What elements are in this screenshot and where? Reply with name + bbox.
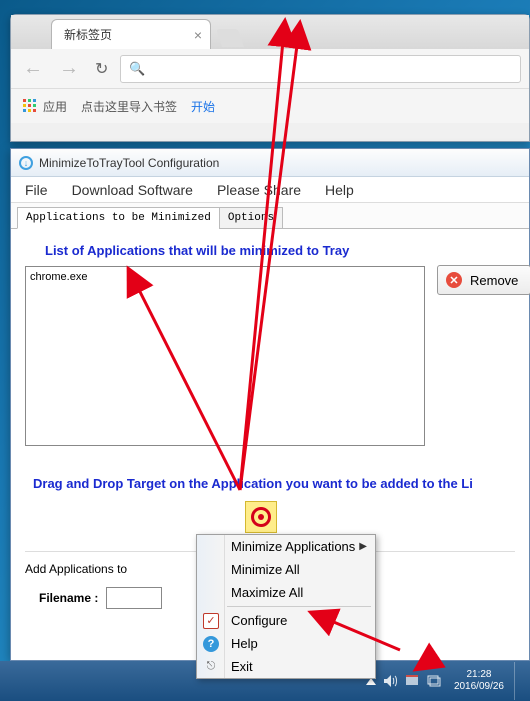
menu-bar: File Download Software Please Share Help (11, 177, 529, 203)
tab-title: 新标签页 (64, 28, 112, 42)
tray-context-menu: Minimize Applications ▶ Minimize All Max… (196, 534, 376, 679)
add-label: Add Applications to (25, 562, 127, 576)
browser-tab[interactable]: 新标签页 × (51, 19, 211, 49)
remove-icon: ✕ (446, 272, 462, 288)
time: 21:28 (454, 669, 504, 681)
menu-minimize-applications[interactable]: Minimize Applications ▶ (197, 535, 375, 558)
menu-download[interactable]: Download Software (72, 182, 193, 198)
window-title: MinimizeToTrayTool Configuration (39, 156, 219, 170)
title-bar: ↓ MinimizeToTrayTool Configuration (11, 149, 529, 177)
chrome-tabs-bar: 新标签页 × (11, 15, 529, 49)
apps-grid-icon (23, 99, 37, 113)
list-title: List of Applications that will be minimi… (45, 243, 515, 258)
menu-separator (227, 606, 371, 607)
taskbar-clock[interactable]: 21:28 2016/09/26 (454, 669, 504, 693)
reload-icon[interactable]: ↻ (91, 59, 112, 79)
address-bar[interactable]: 🔍 (120, 55, 521, 83)
start-link[interactable]: 开始 (191, 98, 215, 115)
apps-label: 应用 (43, 98, 67, 115)
filename-label: Filename : (39, 591, 98, 605)
configure-icon: ✓ (203, 613, 219, 629)
chrome-window: 新标签页 × ← → ↻ 🔍 应用 点击这里导入书签 开始 (10, 14, 530, 142)
chrome-toolbar: ← → ↻ 🔍 (11, 49, 529, 89)
applications-listbox[interactable]: chrome.exe (25, 266, 425, 446)
target-icon (251, 507, 271, 527)
search-icon: 🔍 (129, 61, 145, 77)
new-tab-button[interactable] (216, 29, 244, 47)
tab-options[interactable]: Options (219, 207, 283, 229)
remove-label: Remove (470, 273, 518, 288)
menu-exit[interactable]: ⎋ Exit (197, 655, 375, 678)
exit-icon: ⎋ (203, 659, 219, 675)
flag-icon[interactable] (404, 673, 420, 689)
date: 2016/09/26 (454, 681, 504, 693)
chevron-right-icon: ▶ (359, 541, 367, 552)
tab-applications[interactable]: Applications to be Minimized (17, 207, 220, 229)
import-bookmarks-text: 点击这里导入书签 (81, 98, 177, 115)
volume-icon[interactable] (382, 673, 398, 689)
show-desktop-button[interactable] (514, 662, 524, 700)
drag-target[interactable] (245, 501, 277, 533)
network-icon[interactable] (426, 673, 442, 689)
apps-button[interactable]: 应用 (23, 98, 67, 115)
menu-help[interactable]: Help (325, 182, 354, 198)
filename-input[interactable] (106, 587, 162, 609)
forward-icon[interactable]: → (55, 57, 83, 80)
menu-minimize-all[interactable]: Minimize All (197, 558, 375, 581)
app-icon: ↓ (19, 156, 33, 170)
drag-title: Drag and Drop Target on the Application … (33, 476, 515, 491)
tabs-row: Applications to be Minimized Options (11, 203, 529, 229)
list-item[interactable]: chrome.exe (30, 271, 420, 283)
menu-maximize-all[interactable]: Maximize All (197, 581, 375, 604)
menu-share[interactable]: Please Share (217, 182, 301, 198)
menu-file[interactable]: File (25, 182, 48, 198)
help-icon: ? (203, 636, 219, 652)
menu-configure[interactable]: ✓ Configure (197, 609, 375, 632)
drag-target-area (25, 501, 515, 533)
close-icon[interactable]: × (194, 27, 202, 43)
bookmarks-bar: 应用 点击这里导入书签 开始 (11, 89, 529, 123)
back-icon[interactable]: ← (19, 57, 47, 80)
system-tray: 21:28 2016/09/26 (366, 662, 524, 700)
remove-button[interactable]: ✕ Remove (437, 265, 530, 295)
menu-help[interactable]: ? Help (197, 632, 375, 655)
